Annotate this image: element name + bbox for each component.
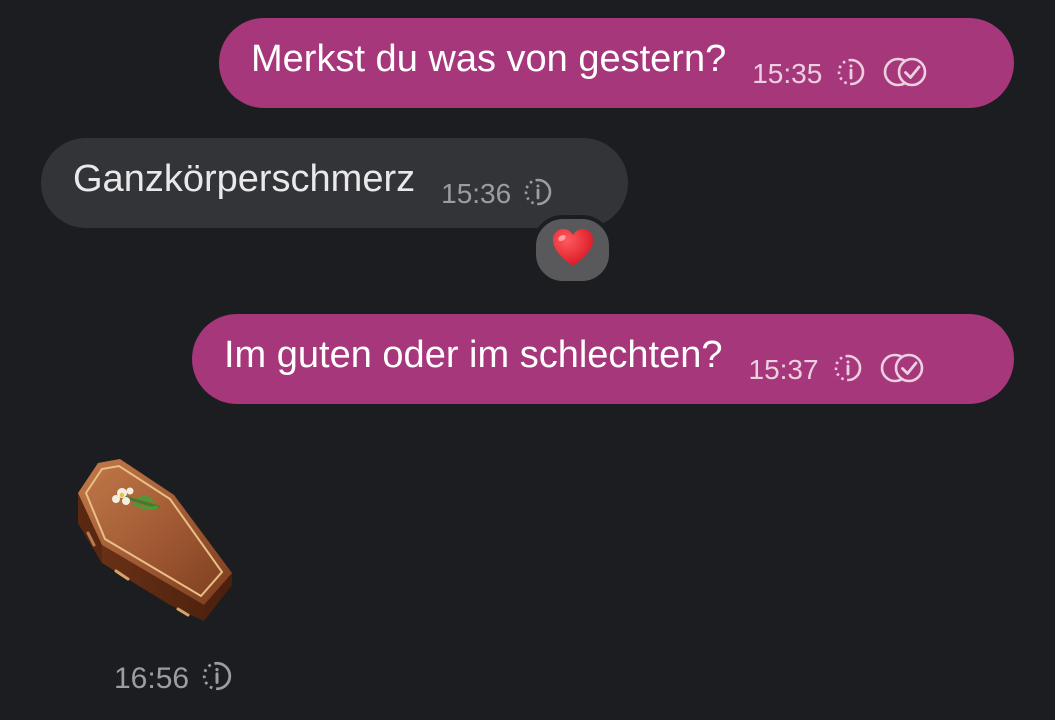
double-check-icon	[882, 56, 930, 93]
timer-icon	[836, 57, 866, 92]
message-time: 16:56	[114, 661, 190, 695]
incoming-message-bubble[interactable]: Ganzkörperschmerz 15:36	[41, 138, 628, 228]
outgoing-message-bubble[interactable]: Im guten oder im schlechten? 15:37	[192, 314, 1014, 404]
message-text: Im guten oder im schlechten?	[224, 334, 723, 376]
message-text: Merkst du was von gestern?	[251, 38, 727, 80]
reaction-badge[interactable]	[532, 215, 613, 285]
heart-emoji-icon	[551, 228, 595, 273]
message-time: 15:35	[752, 58, 823, 89]
timer-icon	[833, 353, 863, 388]
sticker-meta: 16:56	[114, 660, 233, 697]
outgoing-message-bubble[interactable]: Merkst du was von gestern? 15:35	[219, 18, 1014, 108]
message-time: 15:36	[441, 178, 512, 209]
timer-icon	[201, 660, 233, 697]
message-text: Ganzkörperschmerz	[73, 158, 416, 200]
coffin-sticker[interactable]	[74, 455, 238, 625]
timer-icon	[523, 177, 553, 212]
coffin-emoji-icon	[78, 459, 232, 621]
message-meta: 15:36	[441, 177, 553, 212]
message-meta: 15:35	[752, 56, 930, 93]
double-check-icon	[879, 352, 927, 389]
message-meta: 15:37	[749, 352, 927, 389]
message-time: 15:37	[748, 354, 819, 385]
